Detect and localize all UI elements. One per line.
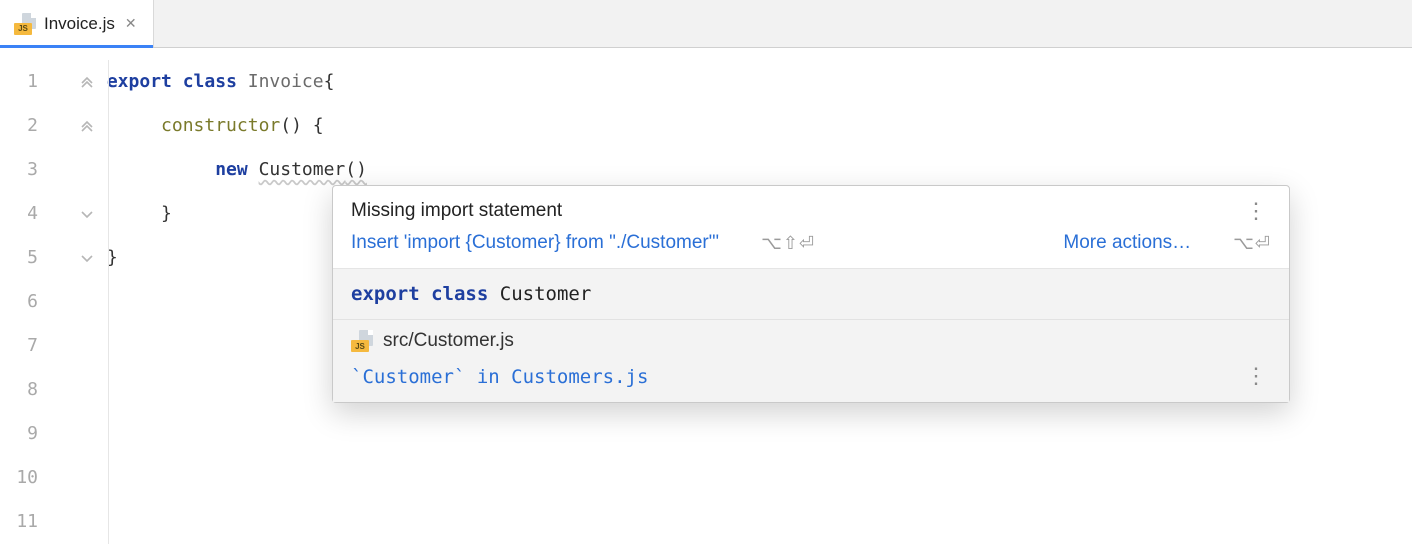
location-path: src/Customer.js xyxy=(383,330,514,352)
popup-header: Missing import statement ⋮ Insert 'impor… xyxy=(333,186,1289,269)
intention-popup: Missing import statement ⋮ Insert 'impor… xyxy=(332,185,1290,403)
line-number: 7 xyxy=(27,335,38,356)
line-number: 9 xyxy=(27,423,38,444)
fold-icon[interactable] xyxy=(80,75,94,89)
tab-bar: JS Invoice.js ✕ xyxy=(0,0,1412,48)
line-number: 10 xyxy=(16,467,38,488)
fold-close-icon[interactable] xyxy=(80,251,94,265)
line-number-gutter: 1 2 3 4 5 6 7 8 9 10 11 xyxy=(0,48,96,544)
fold-close-icon[interactable] xyxy=(80,207,94,221)
declaration-preview: export class Customer xyxy=(333,269,1289,320)
close-icon[interactable]: ✕ xyxy=(123,13,139,34)
code-line: constructor() { xyxy=(96,104,367,148)
quickfix-insert-import[interactable]: Insert 'import {Customer} from "./Custom… xyxy=(351,232,719,254)
code-line: new Customer() xyxy=(96,148,367,192)
js-file-icon: JS xyxy=(14,13,36,35)
line-number: 11 xyxy=(16,511,38,532)
code-line: export class Invoice{ xyxy=(96,60,367,104)
line-number: 6 xyxy=(27,291,38,312)
shortcut-hint: ⌥⏎ xyxy=(1233,233,1271,254)
line-number: 1 xyxy=(27,71,38,92)
code-line: } xyxy=(96,192,367,236)
location-row[interactable]: JS src/Customer.js xyxy=(333,320,1289,358)
popup-title: Missing import statement xyxy=(351,200,562,222)
reference-link[interactable]: `Customer` in Customers.js xyxy=(351,366,648,388)
line-number: 2 xyxy=(27,115,38,136)
line-number: 3 xyxy=(27,159,38,180)
tab-invoice-js[interactable]: JS Invoice.js ✕ xyxy=(0,0,154,47)
code-line: } xyxy=(96,236,367,280)
more-actions-link[interactable]: More actions… xyxy=(1063,232,1191,254)
more-menu-icon[interactable]: ⋮ xyxy=(1241,368,1271,386)
line-number: 8 xyxy=(27,379,38,400)
fold-icon[interactable] xyxy=(80,119,94,133)
shortcut-hint: ⌥⇧⏎ xyxy=(761,233,815,254)
js-file-icon: JS xyxy=(351,330,373,352)
line-number: 5 xyxy=(27,247,38,268)
line-number: 4 xyxy=(27,203,38,224)
tab-filename: Invoice.js xyxy=(44,14,115,34)
more-menu-icon[interactable]: ⋮ xyxy=(1241,202,1271,220)
popup-body: export class Customer JS src/Customer.js… xyxy=(333,269,1289,402)
code-area[interactable]: export class Invoice{ constructor() { ne… xyxy=(96,48,367,544)
